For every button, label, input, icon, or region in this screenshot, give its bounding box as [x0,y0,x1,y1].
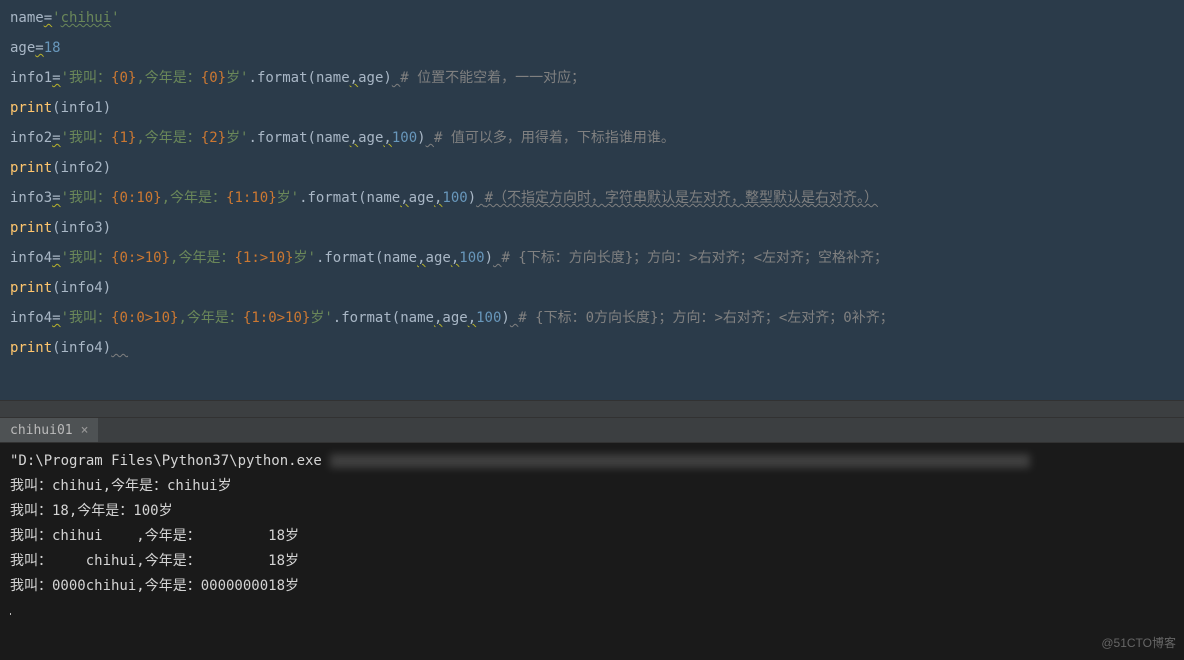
code-line: print(info3) [10,213,1174,243]
code-line: age=18 [10,33,1174,63]
code-editor[interactable]: name='chihui' age=18 info1='我叫：{0},今年是：{… [0,0,1184,400]
console-path-line: "D:\Program Files\Python37\python.exe [10,449,1174,474]
code-line: name='chihui' [10,3,1174,33]
code-line: info4='我叫：{0:0>10},今年是：{1:0>10}岁'.format… [10,303,1174,333]
console-tab[interactable]: chihui01 × [0,418,98,442]
code-line: print(info4) [10,273,1174,303]
console-line: 我叫：0000chihui,今年是：0000000018岁 [10,574,1174,599]
blurred-args [330,454,1030,468]
console-tab-bar: chihui01 × [0,418,1184,443]
code-line: print(info1) [10,93,1174,123]
close-icon[interactable]: × [81,423,89,438]
tab-label: chihui01 [10,423,73,438]
code-line: info2='我叫：{1},今年是：{2}岁'.format(name,age,… [10,123,1174,153]
console-line: 我叫：chihui ,今年是： 18岁 [10,524,1174,549]
console-line: 我叫： chihui,今年是： 18岁 [10,549,1174,574]
watermark: @51CTO博客 [1101,631,1176,656]
code-line: info4='我叫：{0:>10},今年是：{1:>10}岁'.format(n… [10,243,1174,273]
console-caret [10,599,1174,624]
code-line: print(info2) [10,153,1174,183]
code-line: info3='我叫：{0:10},今年是：{1:10}岁'.format(nam… [10,183,1174,213]
console-line: 我叫：18,今年是：100岁 [10,499,1174,524]
console-output[interactable]: "D:\Program Files\Python37\python.exe 我叫… [0,443,1184,660]
code-line: print(info4) [10,333,1174,363]
pane-separator[interactable] [0,400,1184,418]
code-line: info1='我叫：{0},今年是：{0}岁'.format(name,age)… [10,63,1174,93]
console-line: 我叫：chihui,今年是：chihui岁 [10,474,1174,499]
